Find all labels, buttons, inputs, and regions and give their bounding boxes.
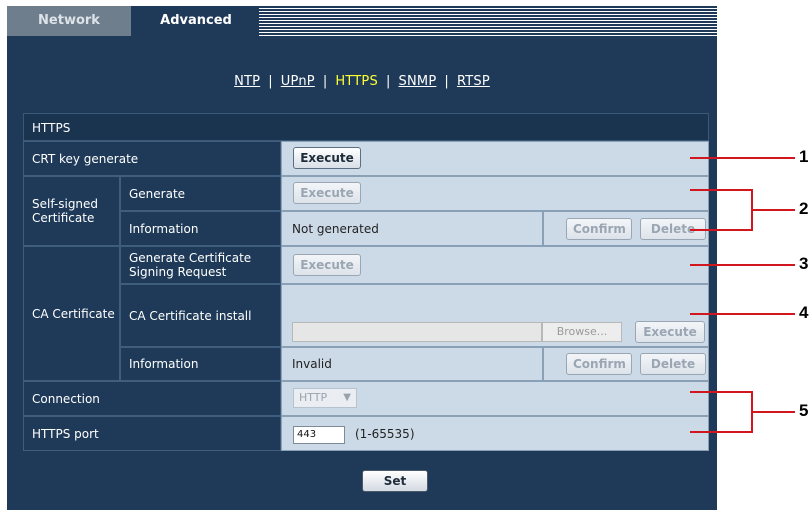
- callout-number: 2: [799, 199, 809, 218]
- callout-lines: [690, 157, 795, 433]
- callout-number: 3: [799, 254, 809, 273]
- callout-number: 4: [799, 303, 809, 322]
- callout-number: 1: [799, 147, 809, 166]
- callout-number: 5: [799, 401, 809, 420]
